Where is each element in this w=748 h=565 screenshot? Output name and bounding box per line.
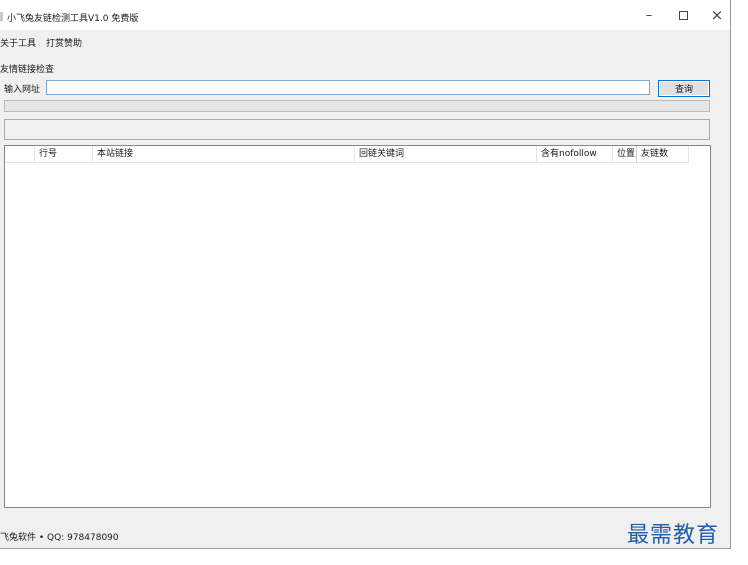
- watermark-text: 最需教育: [627, 523, 720, 548]
- results-list[interactable]: 行号 本站链接 回链关键词 含有nofollow 位置 友链数: [4, 145, 711, 508]
- url-input[interactable]: [46, 80, 650, 95]
- list-header: 行号 本站链接 回链关键词 含有nofollow 位置 友链数: [5, 146, 710, 163]
- column-header-backlink-keyword[interactable]: 回链关键词: [355, 146, 537, 163]
- status-bar-text: 飞兔软件 • QQ: 978478090: [0, 533, 119, 543]
- maximize-icon: [678, 10, 688, 20]
- maximize-button[interactable]: [666, 0, 700, 30]
- minimize-button[interactable]: –: [632, 0, 666, 30]
- column-header-link-count[interactable]: 友链数: [637, 146, 689, 163]
- progress-bar: [4, 100, 710, 112]
- app-icon: [0, 12, 3, 21]
- column-header-position[interactable]: 位置: [613, 146, 637, 163]
- section-label: 友情链接检查: [0, 65, 55, 75]
- column-header-blank[interactable]: [5, 146, 35, 163]
- close-icon: ×: [710, 6, 724, 24]
- status-panel: [4, 119, 710, 140]
- minimize-icon: –: [645, 7, 653, 23]
- window-title: 小飞兔友链检测工具V1.0 免费版: [7, 14, 139, 24]
- query-button[interactable]: 查询: [658, 80, 710, 97]
- title-bar[interactable]: 小飞兔友链检测工具V1.0 免费版 – ×: [0, 0, 730, 30]
- url-label: 输入网址: [4, 85, 41, 95]
- column-header-row-number[interactable]: 行号: [35, 146, 93, 163]
- menu-item-about[interactable]: 关于工具: [0, 36, 36, 49]
- app-window: 小飞兔友链检测工具V1.0 免费版 – × 关于工具 打赏赞助 友情链接检查 输…: [0, 0, 731, 549]
- column-header-site-link[interactable]: 本站链接: [93, 146, 355, 163]
- column-header-nofollow[interactable]: 含有nofollow: [537, 146, 613, 163]
- close-button[interactable]: ×: [700, 0, 730, 30]
- menu-item-donate[interactable]: 打赏赞助: [46, 36, 82, 49]
